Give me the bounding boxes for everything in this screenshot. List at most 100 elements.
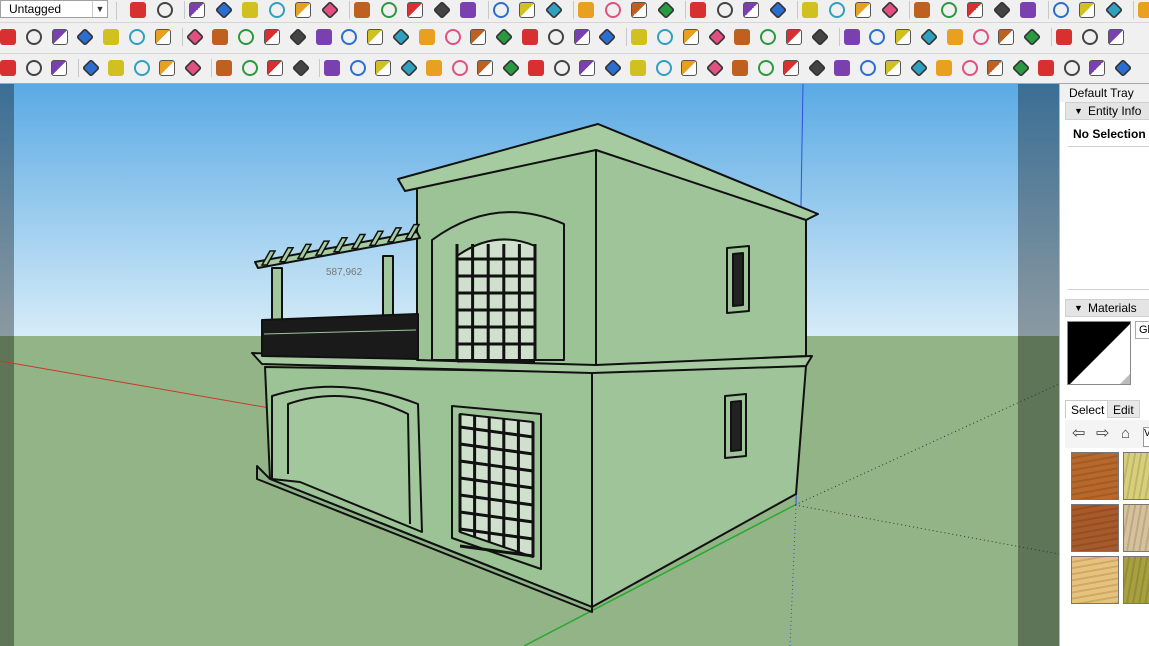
- row1-tool-icon[interactable]: [189, 2, 205, 18]
- row2-tool-icon[interactable]: [843, 29, 860, 45]
- row2-tool-icon[interactable]: [185, 27, 204, 47]
- row3-tool-icon[interactable]: [133, 60, 150, 76]
- row1-tool-icon[interactable]: [855, 2, 871, 18]
- row2-tool-icon[interactable]: [598, 27, 617, 47]
- row3-tool-icon[interactable]: [757, 60, 774, 76]
- viewport-canvas[interactable]: 587,962: [0, 84, 1059, 646]
- row2-tool-icon[interactable]: [264, 29, 280, 45]
- row2-tool-icon[interactable]: [734, 29, 751, 45]
- row3-tool-icon[interactable]: [630, 60, 646, 76]
- row2-tool-icon[interactable]: [972, 29, 989, 45]
- row2-tool-icon[interactable]: [1056, 29, 1072, 45]
- row3-tool-icon[interactable]: [783, 60, 799, 76]
- row3-tool-icon[interactable]: [375, 60, 391, 76]
- row2-tool-icon[interactable]: [657, 29, 673, 45]
- row1-tool-icon[interactable]: [1052, 2, 1069, 18]
- row3-tool-icon[interactable]: [859, 60, 876, 76]
- wood-swatch-2[interactable]: [1071, 504, 1119, 552]
- row1-tool-icon[interactable]: [407, 2, 423, 18]
- row3-tool-icon[interactable]: [1113, 58, 1132, 78]
- row1-tool-icon[interactable]: [802, 2, 818, 18]
- row2-tool-icon[interactable]: [760, 29, 777, 45]
- tab-edit[interactable]: Edit: [1107, 400, 1140, 418]
- row3-tool-icon[interactable]: [81, 58, 100, 78]
- row1-tool-icon[interactable]: [690, 2, 706, 18]
- row3-tool-icon[interactable]: [681, 60, 697, 76]
- row3-tool-icon[interactable]: [159, 60, 175, 76]
- row3-tool-icon[interactable]: [108, 60, 124, 76]
- home-icon[interactable]: ⌂: [1121, 426, 1130, 442]
- row1-tool-icon[interactable]: [967, 2, 983, 18]
- beige-swatch-2[interactable]: [1123, 504, 1149, 552]
- row3-tool-icon[interactable]: [451, 60, 468, 76]
- row3-tool-icon[interactable]: [324, 60, 340, 76]
- collapse-triangle-icon[interactable]: ▼: [1074, 300, 1083, 316]
- row3-tool-icon[interactable]: [426, 60, 442, 76]
- row1-tool-icon[interactable]: [828, 2, 845, 18]
- row2-tool-icon[interactable]: [895, 29, 912, 45]
- row2-tool-icon[interactable]: [495, 27, 514, 47]
- row3-tool-icon[interactable]: [501, 58, 520, 78]
- material-name-field[interactable]: Gl: [1135, 321, 1149, 339]
- row2-tool-icon[interactable]: [288, 27, 307, 47]
- wood-swatch-1[interactable]: [1071, 452, 1119, 500]
- row2-tool-icon[interactable]: [919, 27, 939, 47]
- olive-swatch[interactable]: [1123, 556, 1149, 604]
- beige-swatch-1[interactable]: [1123, 452, 1149, 500]
- row2-tool-icon[interactable]: [1107, 29, 1124, 45]
- row3-tool-icon[interactable]: [807, 58, 826, 78]
- row1-tool-icon[interactable]: [320, 0, 339, 20]
- row1-tool-icon[interactable]: [130, 2, 146, 18]
- row2-tool-icon[interactable]: [51, 29, 68, 45]
- row2-tool-icon[interactable]: [810, 27, 829, 47]
- row2-tool-icon[interactable]: [547, 29, 564, 45]
- row1-tool-icon[interactable]: [268, 2, 285, 18]
- row2-tool-icon[interactable]: [786, 29, 802, 45]
- row2-tool-icon[interactable]: [631, 29, 648, 45]
- row3-tool-icon[interactable]: [216, 60, 232, 76]
- row3-tool-icon[interactable]: [477, 60, 493, 76]
- row3-tool-icon[interactable]: [579, 60, 595, 76]
- row3-tool-icon[interactable]: [0, 60, 16, 76]
- row2-tool-icon[interactable]: [212, 29, 229, 45]
- row2-tool-icon[interactable]: [707, 27, 726, 47]
- row3-tool-icon[interactable]: [1038, 60, 1054, 76]
- row3-tool-icon[interactable]: [267, 60, 283, 76]
- row1-tool-icon[interactable]: [1138, 2, 1149, 18]
- row3-tool-icon[interactable]: [1089, 60, 1105, 76]
- row3-tool-icon[interactable]: [705, 58, 724, 78]
- tab-select[interactable]: Select: [1065, 400, 1111, 418]
- row2-tool-icon[interactable]: [869, 29, 886, 45]
- row2-tool-icon[interactable]: [682, 29, 699, 45]
- row1-tool-icon[interactable]: [1104, 0, 1123, 20]
- row1-tool-icon[interactable]: [354, 2, 370, 18]
- cork-swatch[interactable]: [1071, 556, 1119, 604]
- row2-tool-icon[interactable]: [998, 29, 1015, 45]
- row3-tool-icon[interactable]: [51, 60, 67, 76]
- material-preview[interactable]: [1067, 321, 1131, 385]
- row2-tool-icon[interactable]: [522, 29, 538, 45]
- row3-tool-icon[interactable]: [732, 60, 748, 76]
- row1-tool-icon[interactable]: [768, 0, 787, 20]
- row3-tool-icon[interactable]: [183, 58, 202, 78]
- row3-tool-icon[interactable]: [987, 60, 1003, 76]
- row3-tool-icon[interactable]: [25, 60, 42, 76]
- row2-tool-icon[interactable]: [238, 29, 255, 45]
- row2-tool-icon[interactable]: [25, 29, 42, 45]
- row1-tool-icon[interactable]: [432, 0, 451, 20]
- entity-info-header[interactable]: ▼ Entity Info: [1065, 102, 1149, 120]
- row1-tool-icon[interactable]: [1020, 2, 1036, 18]
- row1-tool-icon[interactable]: [519, 2, 535, 18]
- row1-tool-icon[interactable]: [578, 2, 594, 18]
- row1-tool-icon[interactable]: [544, 0, 563, 20]
- row2-tool-icon[interactable]: [418, 29, 435, 45]
- row1-tool-icon[interactable]: [460, 2, 476, 18]
- row3-tool-icon[interactable]: [834, 60, 850, 76]
- library-dropdown[interactable]: V: [1143, 427, 1149, 447]
- row2-tool-icon[interactable]: [154, 29, 171, 45]
- row1-tool-icon[interactable]: [214, 0, 233, 20]
- row3-tool-icon[interactable]: [961, 60, 978, 76]
- row1-tool-icon[interactable]: [716, 2, 733, 18]
- forward-arrow-icon[interactable]: ⇨: [1096, 426, 1109, 442]
- row2-tool-icon[interactable]: [1081, 29, 1098, 45]
